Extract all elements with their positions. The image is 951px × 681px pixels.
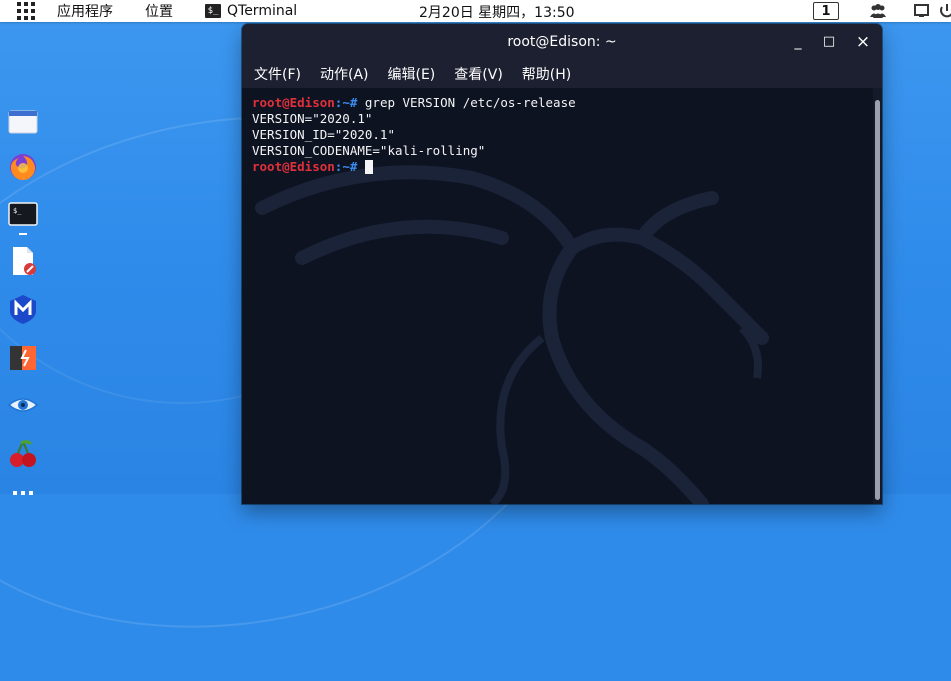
active-app-indicator[interactable]: $_ QTerminal [205, 3, 297, 19]
firefox-icon[interactable] [7, 151, 39, 183]
window-title: root@Edison: ~ [507, 34, 617, 50]
terminal-app-icon: $_ [205, 4, 221, 18]
metasploit-icon[interactable] [7, 293, 39, 325]
terminal-icon[interactable]: $_ [7, 198, 39, 230]
active-app-name: QTerminal [227, 3, 298, 19]
terminal-window[interactable]: root@Edison: ~ _ □ × 文件(F) 动作(A) 编辑(E) 查… [242, 24, 882, 504]
menu-actions[interactable]: 动作(A) [320, 64, 369, 84]
close-button[interactable]: × [848, 24, 878, 60]
places-menu[interactable]: 位置 [145, 1, 173, 21]
prompt-user: root@Edison [252, 95, 335, 110]
text-cursor [364, 160, 373, 174]
top-panel: 应用程序 位置 $_ QTerminal 2月20日 星期四，13:50 1 [0, 0, 951, 22]
active-indicator [19, 233, 27, 235]
command-text [357, 159, 365, 174]
scrollbar[interactable] [873, 88, 882, 504]
output-line: VERSION_ID="2020.1" [252, 127, 395, 142]
output-line: VERSION="2020.1" [252, 111, 373, 126]
screen-icon[interactable] [913, 3, 931, 19]
command-line: root@Edison:~# grep VERSION /etc/os-rele… [252, 95, 576, 111]
apps-grid-icon[interactable] [17, 2, 35, 20]
scrollbar-thumb[interactable] [875, 100, 880, 500]
menu-help[interactable]: 帮助(H) [522, 64, 571, 84]
prompt-user: root@Edison [252, 159, 335, 174]
menu-file[interactable]: 文件(F) [254, 64, 301, 84]
burpsuite-icon[interactable] [7, 341, 39, 373]
menu-edit[interactable]: 编辑(E) [388, 64, 436, 84]
terminal-menubar: 文件(F) 动作(A) 编辑(E) 查看(V) 帮助(H) [242, 60, 882, 88]
power-icon[interactable] [938, 3, 951, 19]
terminal-titlebar[interactable]: root@Edison: ~ _ □ × [242, 24, 882, 60]
terminal-text: root@Edison:~# grep VERSION /etc/os-rele… [252, 95, 576, 175]
clock[interactable]: 2月20日 星期四，13:50 [419, 2, 575, 22]
prompt-path: :~# [334, 95, 358, 110]
output-line: VERSION_CODENAME="kali-rolling" [252, 143, 486, 158]
terminal-output[interactable]: root@Edison:~# grep VERSION /etc/os-rele… [242, 88, 882, 504]
menu-view[interactable]: 查看(V) [454, 64, 503, 84]
minimize-button[interactable]: _ [783, 24, 813, 60]
show-apps-icon[interactable] [7, 487, 39, 519]
eye-icon[interactable] [7, 389, 39, 421]
prompt-path: :~# [334, 159, 358, 174]
workspace-indicator[interactable]: 1 [813, 2, 839, 20]
dock: $_ [0, 103, 46, 503]
command-text: grep VERSION /etc/os-release [357, 95, 576, 110]
applications-menu[interactable]: 应用程序 [57, 1, 113, 21]
command-line: root@Edison:~# [252, 159, 576, 175]
text-editor-icon[interactable] [7, 245, 39, 277]
users-icon[interactable] [869, 3, 887, 19]
svg-text:$_: $_ [13, 207, 22, 215]
cherrytree-icon[interactable] [7, 438, 39, 470]
maximize-button[interactable]: □ [814, 24, 844, 60]
files-icon[interactable] [7, 105, 39, 137]
